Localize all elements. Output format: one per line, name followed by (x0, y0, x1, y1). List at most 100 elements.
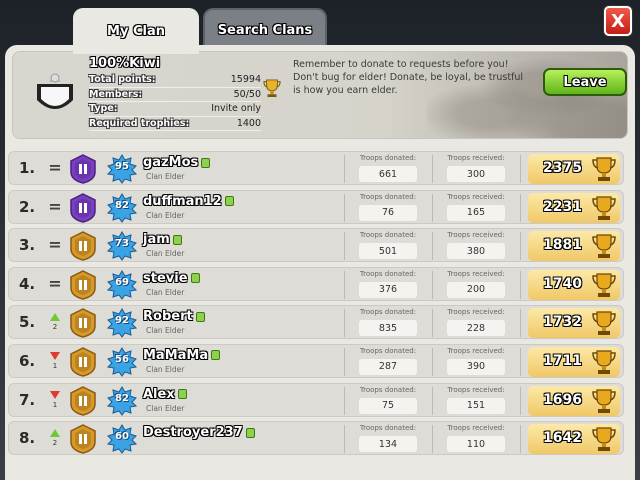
member-row[interactable]: 2. = 82 duffman12 Clan Elder Troops dona… (8, 189, 624, 224)
trophy-count: 1740 (543, 275, 582, 292)
player-name[interactable]: Robert (143, 309, 205, 324)
experience-level: 56 (115, 353, 129, 365)
stat-row-type: Type: Invite only (89, 102, 261, 117)
divider (432, 386, 433, 415)
troops-donated-label: Troops donated: (359, 269, 417, 278)
player-name-text: Destroyer237 (143, 425, 243, 441)
player-role: Clan Elder (146, 249, 185, 259)
troops-donated-label: Troops donated: (359, 424, 417, 433)
divider (520, 309, 521, 338)
troops-donated-value: 661 (359, 166, 417, 182)
rank-up-icon (50, 429, 60, 438)
rank-change-count: 1 (52, 400, 58, 409)
member-rank: 6. (19, 351, 36, 370)
player-name[interactable]: Destroyer237 (143, 425, 255, 440)
troops-received-value: 165 (447, 204, 505, 221)
member-row[interactable]: 3. = 73 jam Clan Elder Troops donated: 5… (8, 228, 624, 263)
trophy-box: 2375 (528, 154, 620, 184)
divider (520, 193, 521, 222)
stat-label: Required trophies: (89, 117, 190, 129)
divider (432, 309, 433, 338)
troops-donated-value: 287 (359, 358, 417, 375)
divider (344, 309, 345, 338)
player-name[interactable]: Alex (143, 387, 187, 402)
stat-row-total-points: Total points: 15994 (89, 73, 261, 88)
divider (432, 155, 433, 183)
tab-my-clan[interactable]: My Clan (73, 8, 199, 54)
tab-my-clan-label: My Clan (107, 23, 165, 39)
divider (344, 270, 345, 299)
experience-level: 69 (115, 276, 129, 288)
trophy-box: 1711 (528, 346, 620, 377)
player-name[interactable]: MaMaMa (143, 347, 221, 363)
troops-received-value: 380 (447, 243, 505, 260)
player-role: Clan Elder (146, 326, 185, 336)
member-rank: 7. (19, 390, 36, 409)
member-row[interactable]: 6. 1 56 MaMaMa Clan Elder Troops donated… (8, 343, 624, 378)
divider (432, 193, 433, 222)
troops-donated-label: Troops donated: (359, 346, 417, 355)
clan-description: Remember to donate to requests before yo… (293, 59, 524, 96)
member-row[interactable]: 8. 2 60 Destroyer237 Troops donated: 134… (8, 421, 624, 456)
rank-up-icon (50, 313, 60, 322)
member-row[interactable]: 1. = 95 gazMos Clan Elder Troops donated… (8, 151, 624, 185)
divider (344, 155, 345, 183)
player-name[interactable]: gazMos (143, 155, 211, 170)
player-name[interactable]: stevie (143, 271, 200, 286)
divider (432, 270, 433, 299)
trophy-count: 1711 (543, 352, 582, 369)
member-rank: 3. (19, 236, 36, 255)
trophy-box: 1732 (528, 308, 620, 339)
trophy-count: 1696 (543, 391, 582, 408)
stat-label: Total points: (89, 74, 156, 86)
league-badge-icon (70, 424, 96, 454)
divider (344, 425, 345, 454)
badge-icon (211, 350, 221, 361)
player-name-text: Robert (143, 309, 193, 325)
player-name-text: jam (143, 232, 170, 248)
close-button[interactable]: X (604, 6, 632, 36)
stat-value: 15994 (230, 74, 261, 86)
experience-level: 82 (115, 199, 129, 211)
troops-received-value: 228 (447, 320, 505, 337)
member-rank: 4. (19, 274, 36, 293)
member-row[interactable]: 4. = 69 stevie Clan Elder Troops donated… (8, 266, 624, 301)
league-badge-icon (70, 269, 96, 300)
tab-search-clans[interactable]: Search Clans (203, 8, 327, 50)
player-role: Clan Elder (146, 364, 185, 374)
experience-level: 82 (115, 392, 129, 404)
member-row[interactable]: 7. 1 82 Alex Clan Elder Troops donated: … (8, 382, 624, 417)
member-row[interactable]: 5. 2 92 Robert Clan Elder Troops donated… (8, 305, 624, 340)
player-name[interactable]: duffman12 (143, 194, 234, 209)
troops-received-label: Troops received: (447, 269, 505, 278)
trophy-icon (592, 350, 616, 374)
leave-button[interactable]: Leave (543, 68, 627, 96)
trophy-box: 1740 (528, 269, 620, 300)
troops-donated-value: 134 (359, 436, 417, 453)
stat-value: 1400 (236, 117, 261, 129)
member-rank: 2. (19, 197, 36, 216)
badge-icon (201, 157, 211, 168)
player-name-text: duffman12 (143, 193, 222, 209)
rank-change-equal: = (48, 235, 62, 255)
trophy-icon (592, 388, 616, 413)
member-rank: 1. (19, 159, 36, 177)
troops-received-value: 110 (447, 436, 505, 453)
player-name[interactable]: jam (143, 232, 182, 247)
trophy-icon (592, 195, 616, 220)
tab-search-clans-label: Search Clans (217, 22, 313, 38)
badge-icon (224, 196, 234, 207)
divider (432, 347, 433, 376)
rank-change: 1 (47, 388, 63, 409)
divider (432, 425, 433, 454)
divider (344, 193, 345, 222)
rank-change-count: 1 (52, 361, 58, 370)
troops-donated-label: Troops donated: (359, 385, 417, 394)
player-name-text: MaMaMa (143, 347, 209, 363)
member-rank: 5. (19, 313, 36, 332)
clan-header: 100%Kiwi Total points: 15994 Members: 50/5… (12, 51, 628, 139)
troops-received-value: 151 (447, 397, 505, 414)
divider (520, 425, 521, 454)
badge-icon (177, 389, 187, 400)
badge-icon (190, 273, 200, 284)
